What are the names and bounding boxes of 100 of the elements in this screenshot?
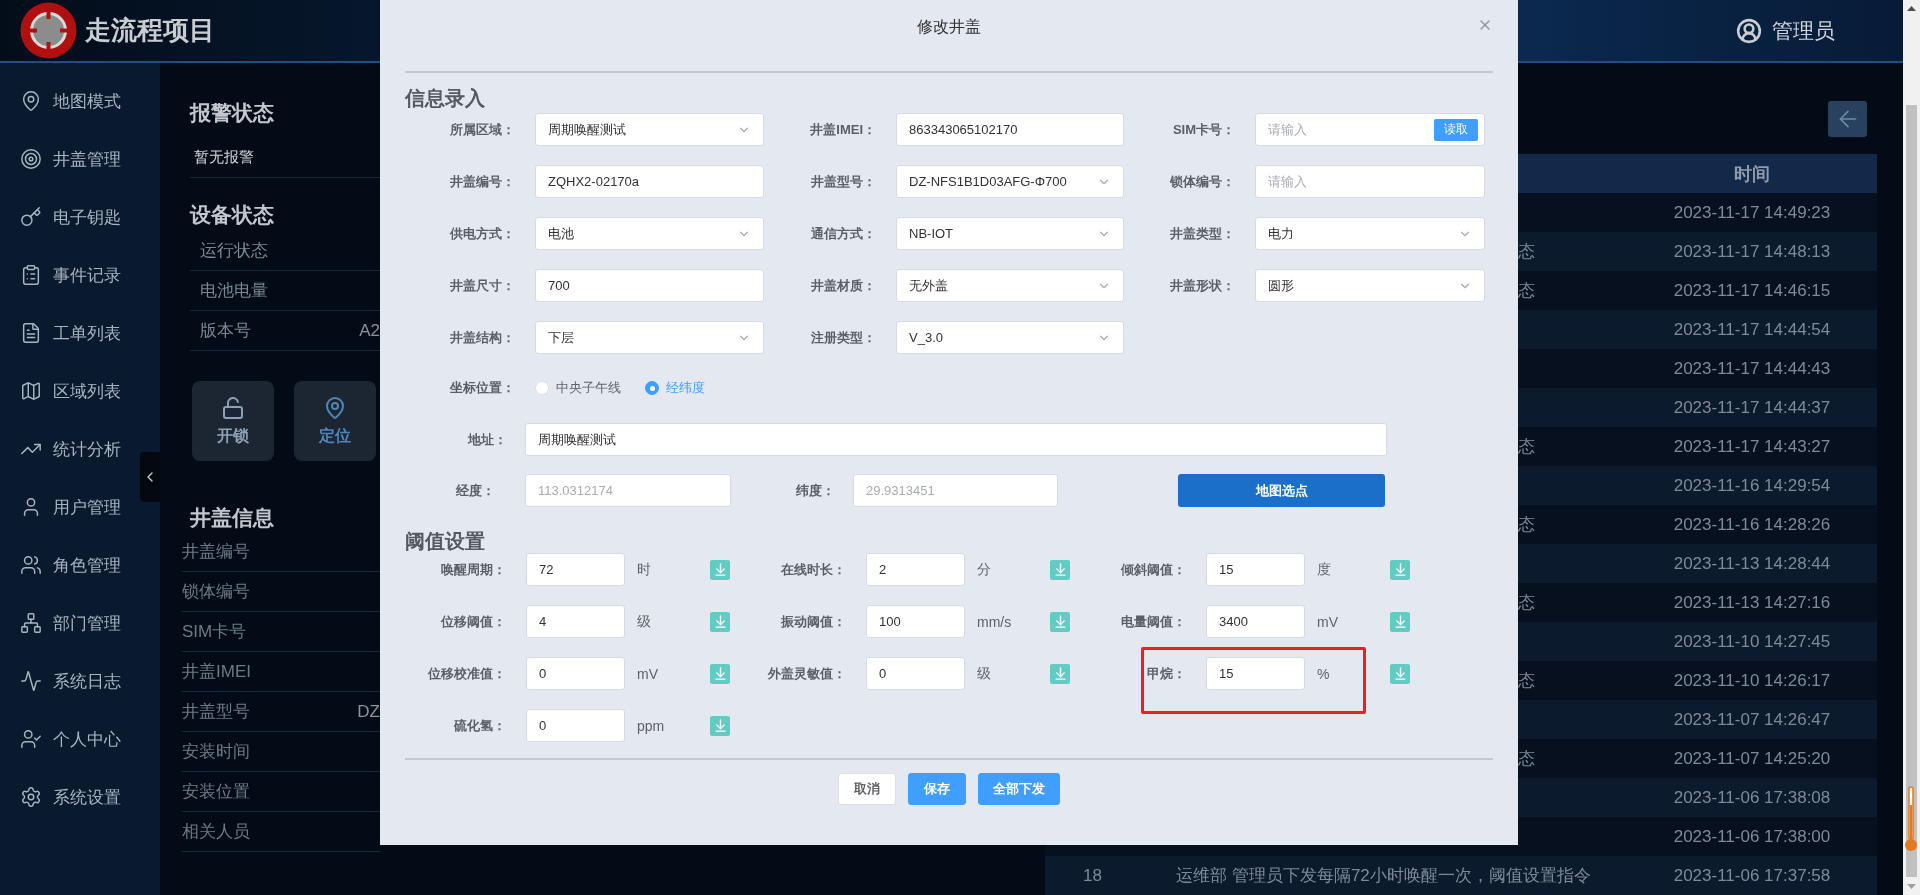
- field-label: 井盖形状：: [1170, 276, 1236, 295]
- select-field[interactable]: V_3.0: [896, 321, 1124, 354]
- download-button[interactable]: [710, 715, 730, 736]
- unit-label: 时: [636, 560, 651, 579]
- unlock-button[interactable]: 开锁: [192, 381, 274, 461]
- table-cell-text: 态: [1518, 436, 1535, 458]
- select-field[interactable]: NB-IOT: [896, 217, 1124, 250]
- field-label: 唤醒周期：: [441, 560, 507, 579]
- user-name[interactable]: 管理员: [1772, 16, 1835, 45]
- input-field[interactable]: 0: [526, 709, 625, 742]
- table-cell-text: 态: [1518, 748, 1535, 770]
- sidebar-item[interactable]: 部门管理: [0, 594, 160, 652]
- input-field[interactable]: 请输入: [1255, 165, 1485, 198]
- cancel-button[interactable]: 取消: [838, 773, 896, 805]
- select-field[interactable]: 下层: [535, 321, 764, 354]
- download-button[interactable]: [1390, 663, 1410, 684]
- sidebar-item[interactable]: 系统设置: [0, 768, 160, 826]
- field-label: 注册类型：: [811, 328, 877, 347]
- radio-option[interactable]: 中央子午线: [535, 379, 621, 397]
- field-label: 在线时长：: [781, 560, 847, 579]
- input-field[interactable]: 2: [866, 553, 965, 586]
- field-label: 位移校准值：: [428, 664, 507, 683]
- field-value: A2: [359, 320, 380, 341]
- field-label: 电量阈值：: [1121, 612, 1187, 631]
- input-field[interactable]: 3400: [1206, 605, 1305, 638]
- field-label: 安装时间: [182, 741, 250, 763]
- select-field[interactable]: 电池: [535, 217, 764, 250]
- field-label: 坐标位置：: [450, 379, 516, 397]
- sidebar-item[interactable]: 用户管理: [0, 478, 160, 536]
- locate-button[interactable]: 定位: [294, 381, 376, 461]
- download-button[interactable]: [1390, 559, 1410, 580]
- input-field[interactable]: 15: [1206, 553, 1305, 586]
- input-field[interactable]: 0: [866, 657, 965, 690]
- field-label: 锁体编号：: [1170, 172, 1236, 191]
- avatar-icon[interactable]: [1736, 17, 1762, 44]
- table-cell-text: 2023-11-07 14:25:20: [1672, 748, 1832, 769]
- clipboard-icon: [20, 264, 42, 286]
- table-cell-text: 2023-11-17 14:46:15: [1672, 280, 1832, 301]
- sidebar-item[interactable]: 角色管理: [0, 536, 160, 594]
- field-label: SIM卡号: [182, 621, 247, 643]
- map-icon: [20, 380, 42, 402]
- sidebar-item[interactable]: 个人中心: [0, 710, 160, 768]
- table-cell-text: 2023-11-10 14:27:45: [1672, 631, 1832, 652]
- field-label: 井盖尺寸：: [450, 276, 516, 295]
- field-label: 运行状态: [200, 240, 268, 262]
- sidebar-item[interactable]: 电子钥匙: [0, 188, 160, 246]
- download-button[interactable]: [1050, 611, 1070, 632]
- table-cell-text: 2023-11-06 17:38:00: [1672, 826, 1832, 847]
- select-field[interactable]: DZ-NFS1B1D03AFG-Φ700: [896, 165, 1124, 198]
- app-title: 走流程项目: [85, 14, 215, 47]
- input-field[interactable]: 0: [526, 657, 625, 690]
- sidebar-item[interactable]: 工单列表: [0, 304, 160, 362]
- input-field[interactable]: ZQHX2-02170a: [535, 165, 764, 198]
- download-button[interactable]: [1050, 559, 1070, 580]
- input-field[interactable]: 15: [1206, 657, 1305, 690]
- dialog-title: 修改井盖: [917, 17, 981, 37]
- select-field[interactable]: 圆形: [1255, 269, 1485, 302]
- input-field[interactable]: 100: [866, 605, 965, 638]
- scrollbar[interactable]: [1903, 0, 1920, 895]
- table-row[interactable]: 18 运维部 管理员下发每隔72小时唤醒一次，阈值设置指令 2023-11-06 17:37:58: [1045, 856, 1877, 895]
- section-title: 井盖信息: [190, 506, 275, 530]
- download-button[interactable]: [710, 663, 730, 684]
- table-cell-text: 2023-11-10 14:26:17: [1672, 670, 1832, 691]
- download-button[interactable]: [710, 559, 730, 580]
- select-field[interactable]: 无外盖: [896, 269, 1124, 302]
- unit-label: mV: [1316, 613, 1338, 630]
- table-cell-text: 2023-11-06 17:38:08: [1672, 787, 1832, 808]
- section-title: 信息录入: [405, 87, 485, 109]
- sidebar-item[interactable]: 事件记录: [0, 246, 160, 304]
- select-field[interactable]: 电力: [1255, 217, 1485, 250]
- section-title: 设备状态: [190, 203, 275, 227]
- back-button[interactable]: [1828, 101, 1867, 137]
- sidebar-item[interactable]: 系统日志: [0, 652, 160, 710]
- table-cell-text: 2023-11-17 14:48:13: [1672, 241, 1832, 262]
- field-label: 外盖灵敏值：: [768, 664, 847, 683]
- collapse-button[interactable]: [140, 452, 160, 502]
- download-button[interactable]: [1390, 611, 1410, 632]
- select-field[interactable]: 周期唤醒测试: [535, 113, 764, 146]
- sidebar-item[interactable]: 区域列表: [0, 362, 160, 420]
- sidebar-item[interactable]: 统计分析: [0, 420, 160, 478]
- sidebar-item[interactable]: 地图模式: [0, 72, 160, 130]
- input-field[interactable]: 72: [526, 553, 625, 586]
- unit-label: 分: [976, 560, 991, 579]
- map-pick-button[interactable]: 地图选点: [1178, 474, 1385, 507]
- sidebar-item[interactable]: 井盖管理: [0, 130, 160, 188]
- download-button[interactable]: [710, 611, 730, 632]
- unit-label: mV: [636, 665, 658, 682]
- input-field[interactable]: 700: [535, 269, 764, 302]
- field-label: 电池电量: [200, 280, 268, 302]
- map-pin-icon: [20, 90, 42, 112]
- table-cell-text: 2023-11-17 14:44:54: [1672, 319, 1832, 340]
- logo-icon: [20, 2, 77, 59]
- field-label: 井盖编号：: [450, 172, 516, 191]
- input-field[interactable]: 863343065102170: [896, 113, 1124, 146]
- field-label: 版本号: [200, 320, 251, 342]
- table-cell-text: 2023-11-16 14:28:26: [1672, 514, 1832, 535]
- download-button[interactable]: [1050, 663, 1070, 684]
- thermometer-icon: [1904, 785, 1918, 853]
- input-field[interactable]: 4: [526, 605, 625, 638]
- input-field[interactable]: 周期唤醒测试: [525, 423, 1387, 456]
